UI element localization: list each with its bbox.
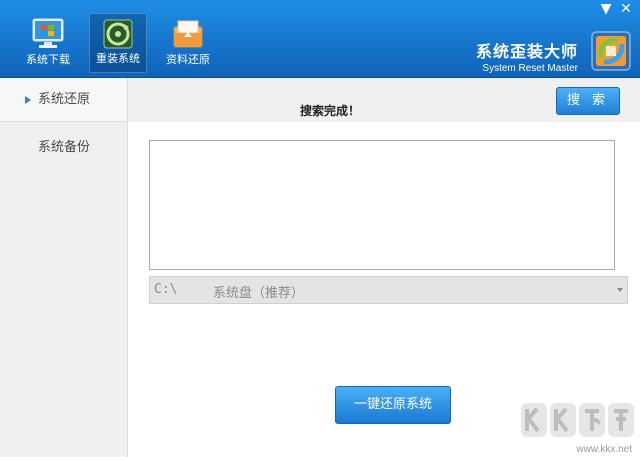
arrow-right-icon: [25, 96, 31, 104]
watermark: www.kkx.net: [515, 397, 640, 457]
search-button[interactable]: 搜 索: [556, 87, 620, 115]
sidebar: 系统还原 系统备份: [0, 78, 128, 457]
one-click-restore-button[interactable]: 一键还原系统: [335, 386, 451, 424]
nav-label: 系统下载: [26, 53, 70, 66]
main-panel: 搜索完成！ 搜 索 C:\ 系统盘（推荐） 一键还原系统 www.kkx.net: [128, 78, 640, 457]
reinstall-disc-icon: [100, 18, 136, 52]
close-button[interactable]: ✕: [616, 0, 636, 20]
sidebar-item-system-backup[interactable]: 系统备份: [0, 126, 127, 170]
watermark-text: www.kkx.net: [576, 444, 632, 455]
folder-restore-icon: [170, 17, 206, 51]
brand-title: 系统歪装大师: [475, 42, 578, 61]
brand-logo-icon: [588, 28, 634, 74]
chevron-down-icon: [617, 288, 623, 292]
nav-label: 重装系统: [96, 52, 140, 65]
menu-button[interactable]: ▼: [596, 0, 616, 20]
status-bar: 搜索完成！ 搜 索: [128, 78, 640, 122]
brand-subtitle: System Reset Master: [482, 63, 578, 74]
nav-label: 资料还原: [166, 53, 210, 66]
title-bar: 系统下载 重装系统 资料还原 ▼ ✕ 系统歪装大师 System Reset M…: [0, 0, 640, 78]
nav-system-download[interactable]: 系统下载: [19, 13, 77, 73]
image-list[interactable]: [149, 140, 615, 270]
partition-select[interactable]: C:\ 系统盘（推荐）: [149, 276, 628, 304]
partition-label: 系统盘（推荐）: [213, 286, 305, 301]
monitor-windows-icon: [30, 17, 66, 51]
sidebar-item-label: 系统还原: [38, 92, 91, 107]
sidebar-item-label: 系统备份: [38, 140, 91, 155]
drive-letter: C:\: [154, 282, 178, 297]
nav-reinstall-system[interactable]: 重装系统: [89, 13, 147, 73]
brand: 系统歪装大师 System Reset Master: [476, 38, 578, 74]
sidebar-item-system-restore[interactable]: 系统还原: [0, 78, 127, 122]
status-text: 搜索完成！: [300, 104, 361, 118]
nav-data-restore[interactable]: 资料还原: [159, 13, 217, 73]
